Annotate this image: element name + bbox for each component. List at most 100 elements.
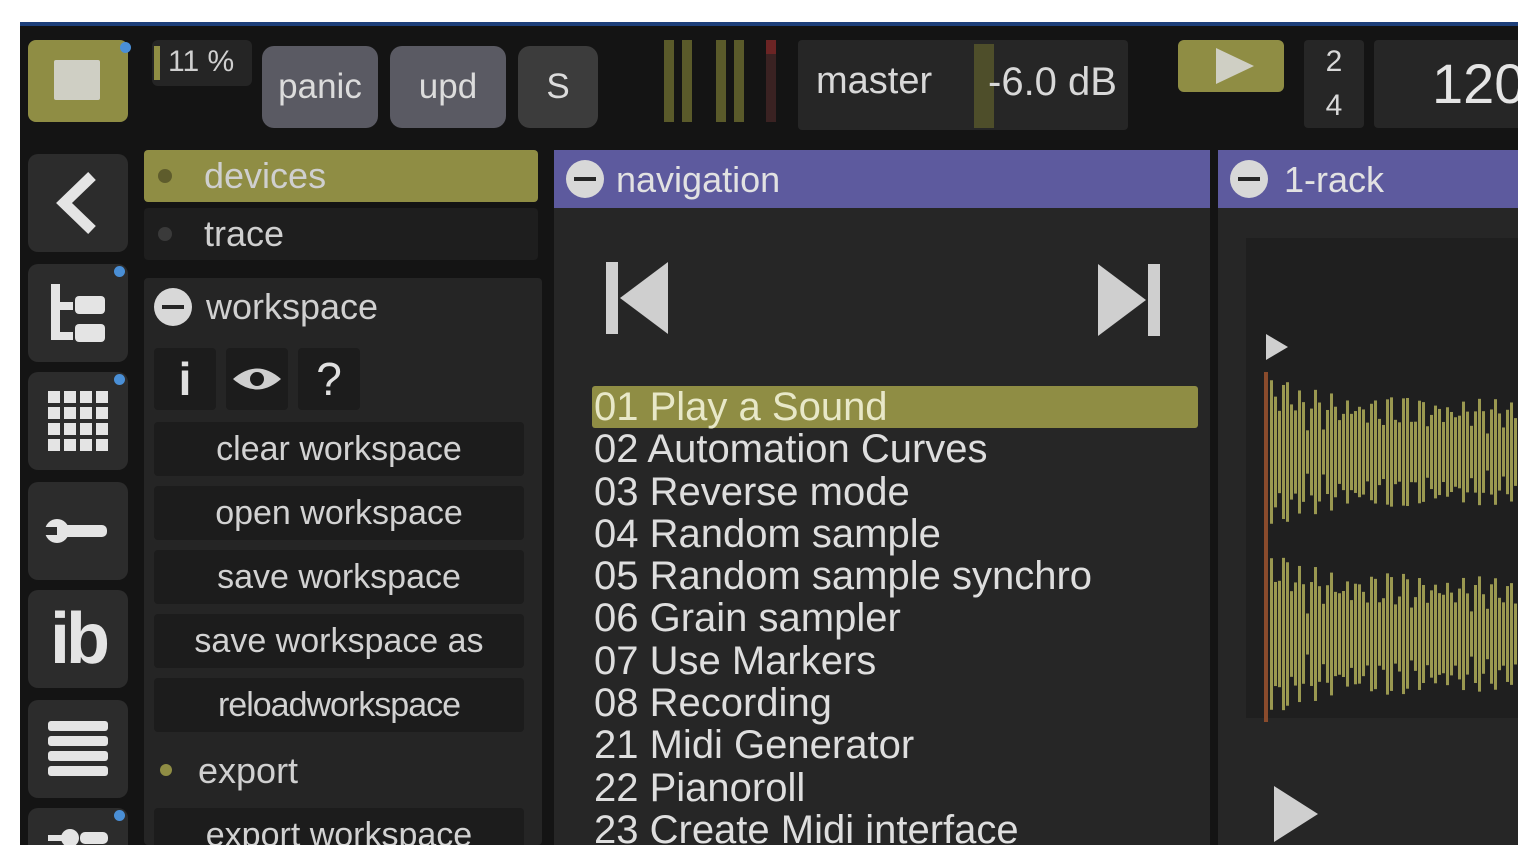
waveform-bar xyxy=(1326,409,1329,495)
settings-button[interactable] xyxy=(28,482,128,580)
waveform-bar xyxy=(1486,608,1489,660)
list-item[interactable]: 07 Use Markers xyxy=(592,640,1202,682)
waveform-bar xyxy=(1402,573,1405,695)
collapse-icon[interactable] xyxy=(566,160,604,198)
master-volume[interactable]: master -6.0 dB xyxy=(798,40,1128,130)
reload-workspace-button[interactable]: reloadworkspace xyxy=(154,678,524,732)
s-button[interactable]: S xyxy=(518,46,598,128)
navigation-header[interactable]: navigation xyxy=(554,150,1210,208)
waveform-bar xyxy=(1386,573,1389,695)
panic-button[interactable]: panic xyxy=(262,46,378,128)
waveform-bar xyxy=(1506,409,1509,495)
waveform-bar xyxy=(1458,588,1461,680)
list-item[interactable]: 02 Automation Curves xyxy=(592,428,1202,470)
list-item[interactable]: 04 Random sample xyxy=(592,513,1202,555)
waveform-bar xyxy=(1450,411,1453,493)
waveform-bar xyxy=(1290,591,1293,677)
list-item[interactable]: 22 Pianoroll xyxy=(592,767,1202,809)
level-meter-3 xyxy=(716,40,726,122)
list-item[interactable]: 01 Play a Sound xyxy=(592,386,1198,429)
list-item[interactable]: 23 Create Midi interface xyxy=(592,809,1202,845)
indicator-dot xyxy=(114,266,125,277)
list-item[interactable]: 08 Recording xyxy=(592,682,1202,724)
help-button[interactable]: ? xyxy=(298,348,360,410)
waveform-bar xyxy=(1478,398,1481,506)
info-button[interactable]: i xyxy=(154,348,216,410)
waveform-bar xyxy=(1418,578,1421,690)
waveform-bar xyxy=(1354,583,1357,685)
play-button[interactable] xyxy=(1178,40,1284,92)
waveform-bar xyxy=(1398,422,1401,482)
list-item[interactable]: 06 Grain sampler xyxy=(592,597,1202,639)
waveform-bar xyxy=(1286,382,1289,522)
tab-devices[interactable]: devices xyxy=(144,150,538,202)
waveform-bar xyxy=(1458,415,1461,489)
waveform-bar xyxy=(1394,604,1397,664)
waveform-bar xyxy=(1338,420,1341,484)
tab-trace-label: trace xyxy=(204,213,285,254)
waveform-bar xyxy=(1482,594,1485,674)
play-icon[interactable] xyxy=(1274,786,1318,842)
list-item[interactable]: 21 Midi Generator xyxy=(592,724,1202,766)
waveform-bar xyxy=(1270,558,1273,710)
save-workspace-as-button[interactable]: save workspace as xyxy=(154,614,524,668)
master-value: -6.0 dB xyxy=(988,60,1117,104)
collapse-icon[interactable] xyxy=(154,288,192,326)
ib-button[interactable]: ib xyxy=(28,590,128,688)
tree-button[interactable] xyxy=(28,264,128,362)
waveform-bar xyxy=(1314,389,1317,515)
sampler-display[interactable] xyxy=(1246,238,1518,722)
cpu-bar xyxy=(154,46,160,80)
waveform-bar xyxy=(1466,411,1469,493)
tutorial-list: 01 Play a Sound 02 Automation Curves 03 … xyxy=(592,386,1202,845)
waveform-bar xyxy=(1382,424,1385,480)
waveform-bar xyxy=(1466,593,1469,675)
clear-workspace-button[interactable]: clear workspace xyxy=(154,422,524,476)
waveform-bar xyxy=(1406,397,1409,507)
view-button[interactable] xyxy=(226,348,288,410)
collapse-icon[interactable] xyxy=(1230,160,1268,198)
open-workspace-button[interactable]: open workspace xyxy=(154,486,524,540)
export-workspace-button[interactable]: export workspace xyxy=(154,808,524,845)
next-icon[interactable] xyxy=(1096,260,1162,340)
list-button[interactable] xyxy=(28,700,128,798)
waveform-bar xyxy=(1402,398,1405,506)
stop-button[interactable] xyxy=(28,40,131,122)
waveform-bar xyxy=(1494,578,1497,690)
waveform-bar xyxy=(1302,402,1305,502)
workspace-header[interactable]: workspace xyxy=(144,278,542,338)
waveform-bar xyxy=(1370,576,1373,692)
time-signature[interactable]: 2 4 xyxy=(1304,40,1364,128)
tab-devices-label: devices xyxy=(204,155,327,196)
prev-icon[interactable] xyxy=(604,258,670,338)
tempo-display[interactable]: 120 xyxy=(1374,40,1518,128)
top-bar: 11 % panic upd S master -6.0 dB 2 4 120 xyxy=(20,26,1518,144)
waveform-bar xyxy=(1470,425,1473,479)
workspace-panel: workspace i ? clear workspace open works… xyxy=(144,278,542,845)
export-section[interactable]: export xyxy=(154,744,534,798)
waveform-bar xyxy=(1434,405,1437,499)
waveform-bar xyxy=(1494,399,1497,505)
waveform-bar xyxy=(1350,600,1353,668)
waveform-bar xyxy=(1366,602,1369,666)
list-item[interactable]: 03 Reverse mode xyxy=(592,470,1202,513)
back-button[interactable] xyxy=(28,154,128,252)
waveform-bar xyxy=(1514,603,1517,665)
waveform-bar xyxy=(1382,598,1385,670)
play-marker-icon[interactable] xyxy=(1266,334,1288,360)
list-item[interactable]: 05 Random sample synchro xyxy=(592,555,1202,597)
tab-led xyxy=(158,227,172,241)
waveform-bar xyxy=(1514,418,1517,486)
grid-button[interactable] xyxy=(28,372,128,470)
save-workspace-button[interactable]: save workspace xyxy=(154,550,524,604)
waveform-bar xyxy=(1374,400,1377,504)
level-meter-4 xyxy=(734,40,744,122)
update-button[interactable]: upd xyxy=(390,46,506,128)
waveform-bar xyxy=(1322,603,1325,665)
waveform-bar xyxy=(1330,393,1333,511)
plugin-button[interactable] xyxy=(28,808,128,845)
waveform-bar xyxy=(1398,596,1401,672)
tab-trace[interactable]: trace xyxy=(144,208,538,260)
waveform-bar xyxy=(1474,585,1477,683)
rack-header[interactable]: 1-rack xyxy=(1218,150,1518,208)
